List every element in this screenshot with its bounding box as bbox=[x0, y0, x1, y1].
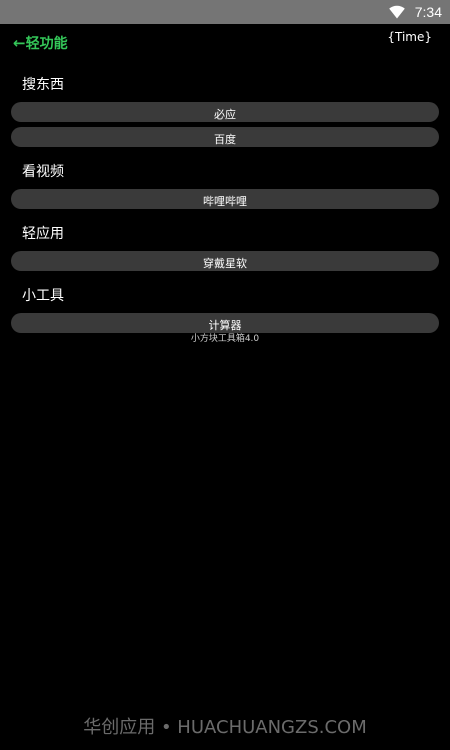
bing-button[interactable]: 必应 bbox=[11, 102, 439, 122]
status-bar: 7:34 bbox=[0, 0, 450, 24]
version-label: 小方块工具箱4.0 bbox=[190, 334, 260, 344]
section-title-light-apps: 轻应用 bbox=[22, 226, 64, 242]
section-title-video: 看视频 bbox=[22, 164, 64, 180]
status-time: 7:34 bbox=[414, 4, 442, 20]
back-button[interactable]: ←轻功能 bbox=[13, 34, 68, 53]
wear-star-button[interactable]: 穿戴星软 bbox=[11, 251, 439, 271]
section-title-tools: 小工具 bbox=[22, 288, 64, 304]
baidu-button[interactable]: 百度 bbox=[11, 127, 439, 147]
calculator-button[interactable]: 计算器 bbox=[11, 313, 439, 333]
section-title-search: 搜东西 bbox=[22, 77, 64, 93]
time-placeholder: {Time} bbox=[387, 30, 432, 44]
back-arrow-icon: ← bbox=[13, 34, 26, 52]
wifi-icon bbox=[389, 5, 405, 19]
page-title: 轻功能 bbox=[25, 36, 68, 52]
watermark: 华创应用 • HUACHUANGZS.COM bbox=[83, 717, 367, 738]
bilibili-button[interactable]: 哔哩哔哩 bbox=[11, 189, 439, 209]
